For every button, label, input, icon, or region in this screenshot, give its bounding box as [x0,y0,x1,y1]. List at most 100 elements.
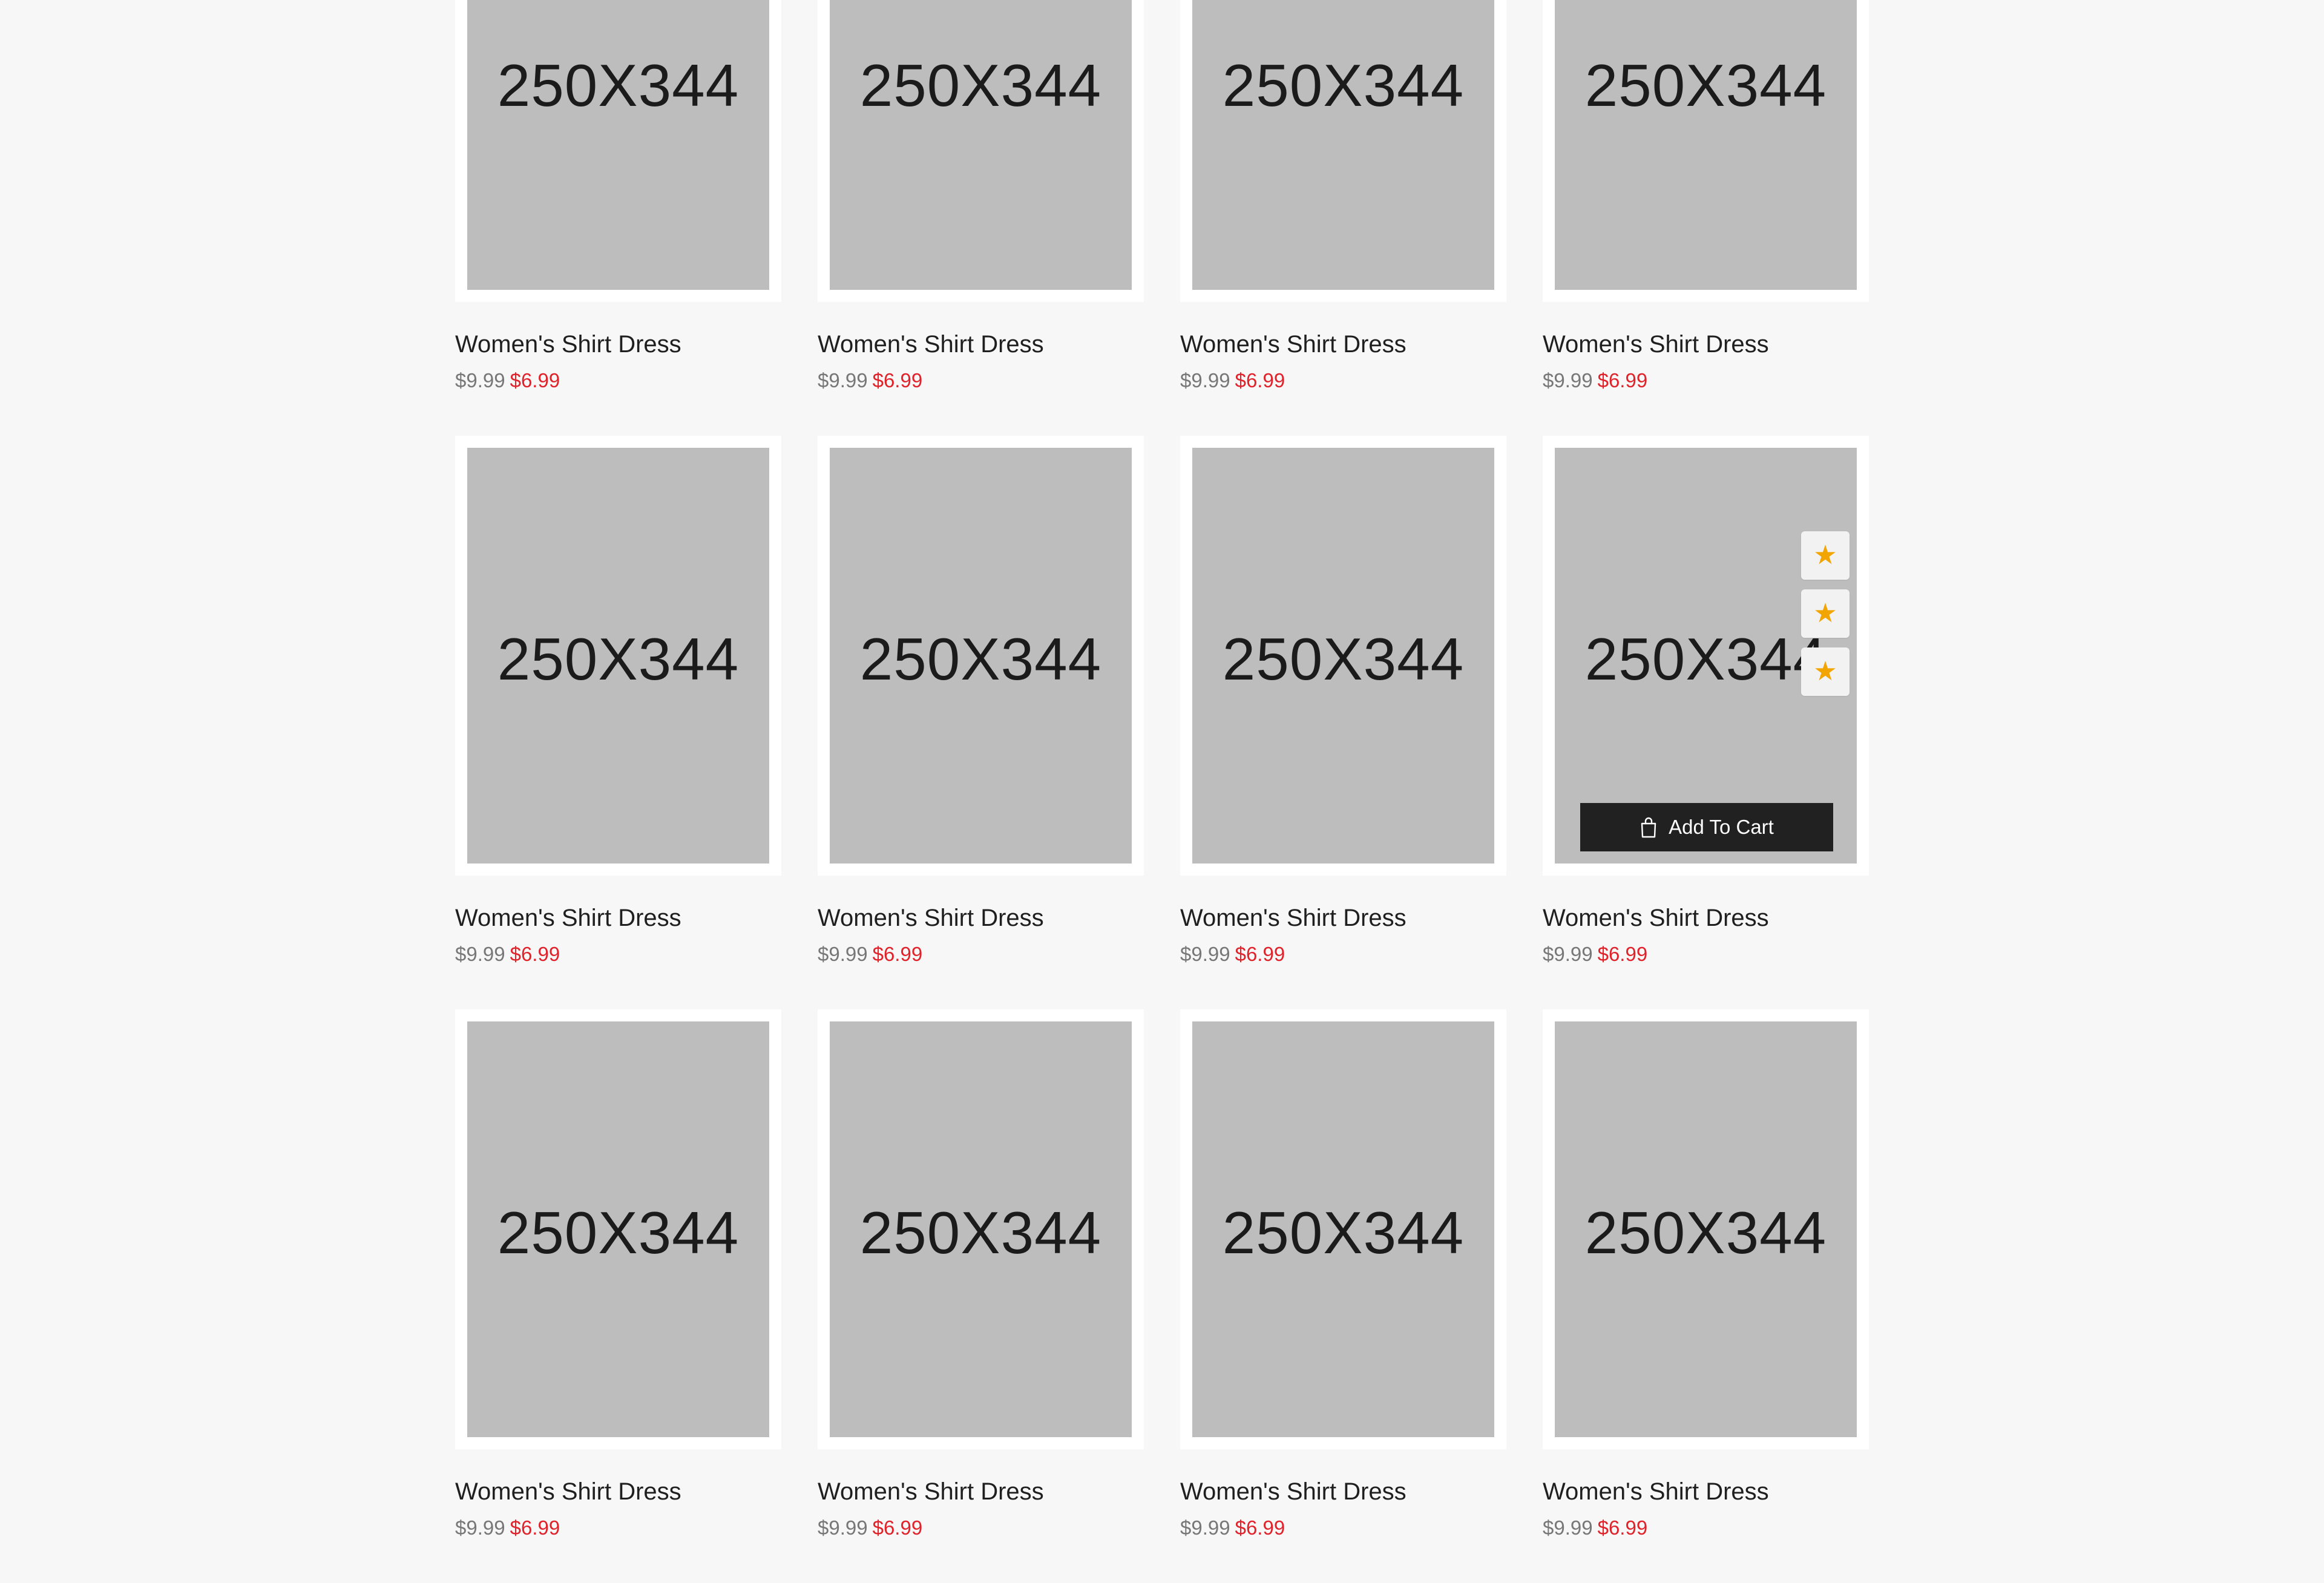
product-price: $9.99 $6.99 [1180,1516,1506,1540]
product-image-frame[interactable]: 250X344 [818,1009,1144,1449]
sale-price: $6.99 [1597,1516,1648,1539]
product-title[interactable]: Women's Shirt Dress [455,330,781,359]
compare-button[interactable]: ★ [1801,589,1850,638]
image-placeholder-label: 250X344 [497,1199,740,1266]
wishlist-button[interactable]: ★ [1801,531,1850,580]
sale-price: $6.99 [872,943,923,965]
product-price: $9.99 $6.99 [818,942,1144,966]
product-image-frame[interactable]: 250X344 [1180,1009,1506,1449]
product-title[interactable]: Women's Shirt Dress [818,903,1144,932]
image-placeholder-label: 250X344 [497,626,740,692]
image-placeholder-label: 250X344 [859,52,1102,119]
sale-price: $6.99 [1597,943,1648,965]
product-image-frame[interactable]: 250X344 ★ ★ ★ Add To Cart [1543,436,1869,876]
sale-price: $6.99 [872,1516,923,1539]
product-image-frame[interactable]: 250X344 [1180,436,1506,876]
product-image[interactable]: 250X344 [1555,0,1857,290]
product-price: $9.99 $6.99 [818,1516,1144,1540]
star-icon: ★ [1813,598,1837,629]
star-icon: ★ [1813,540,1837,571]
product-title[interactable]: Women's Shirt Dress [455,903,781,932]
product-image-frame[interactable]: 250X344 [818,0,1144,302]
product-card[interactable]: 250X344 Women's Shirt Dress $9.99 $6.99 [818,0,1144,436]
shopping-bag-icon [1641,817,1656,838]
sale-price: $6.99 [1235,1516,1285,1539]
product-price: $9.99 $6.99 [1180,942,1506,966]
add-to-cart-label: Add To Cart [1669,816,1774,838]
image-placeholder-label: 250X344 [497,52,740,119]
product-price: $9.99 $6.99 [818,369,1144,393]
product-card[interactable]: 250X344 Women's Shirt Dress $9.99 $6.99 [455,1009,781,1583]
product-title[interactable]: Women's Shirt Dress [455,1477,781,1506]
original-price: $9.99 [1180,1516,1230,1539]
product-title[interactable]: Women's Shirt Dress [1180,330,1506,359]
original-price: $9.99 [818,943,868,965]
product-image[interactable]: 250X344 [830,448,1132,864]
product-image[interactable]: 250X344 [1192,448,1494,864]
original-price: $9.99 [1543,369,1593,392]
image-placeholder-label: 250X344 [1222,626,1465,692]
star-icon: ★ [1813,656,1837,687]
product-price: $9.99 $6.99 [455,1516,781,1540]
add-to-cart-button[interactable]: Add To Cart [1580,803,1833,851]
product-image-frame[interactable]: 250X344 [818,436,1144,876]
product-price: $9.99 $6.99 [1543,942,1869,966]
product-price: $9.99 $6.99 [1543,369,1869,393]
image-placeholder-label: 250X344 [859,626,1102,692]
product-image-frame[interactable]: 250X344 [1180,0,1506,302]
original-price: $9.99 [1180,943,1230,965]
sale-price: $6.99 [510,943,560,965]
product-card[interactable]: 250X344 Women's Shirt Dress $9.99 $6.99 [1543,0,1869,436]
product-title[interactable]: Women's Shirt Dress [1543,1477,1869,1506]
original-price: $9.99 [455,369,505,392]
product-card[interactable]: 250X344 Women's Shirt Dress $9.99 $6.99 [455,436,781,1009]
product-image[interactable]: 250X344 [467,0,769,290]
original-price: $9.99 [1543,1516,1593,1539]
sale-price: $6.99 [1235,369,1285,392]
sale-price: $6.99 [1235,943,1285,965]
image-placeholder-label: 250X344 [859,1199,1102,1266]
product-card[interactable]: 250X344 Women's Shirt Dress $9.99 $6.99 [1180,1009,1506,1583]
product-title[interactable]: Women's Shirt Dress [818,1477,1144,1506]
original-price: $9.99 [455,1516,505,1539]
product-image[interactable]: 250X344 [1555,1021,1857,1437]
product-card[interactable]: 250X344 Women's Shirt Dress $9.99 $6.99 [455,0,781,436]
product-title[interactable]: Women's Shirt Dress [1543,903,1869,932]
product-title[interactable]: Women's Shirt Dress [818,330,1144,359]
image-placeholder-label: 250X344 [1222,1199,1465,1266]
image-placeholder-label: 250X344 [1222,52,1465,119]
product-title[interactable]: Women's Shirt Dress [1180,903,1506,932]
product-image[interactable]: 250X344 [830,0,1132,290]
product-image-frame[interactable]: 250X344 [455,436,781,876]
product-image[interactable]: 250X344 [467,448,769,864]
product-card[interactable]: 250X344 Women's Shirt Dress $9.99 $6.99 [818,1009,1144,1583]
original-price: $9.99 [1180,369,1230,392]
product-image-frame[interactable]: 250X344 [455,0,781,302]
product-image[interactable]: 250X344 [467,1021,769,1437]
product-image-frame[interactable]: 250X344 [1543,0,1869,302]
product-grid: 250X344 Women's Shirt Dress $9.99 $6.99 2… [455,0,1869,1583]
product-image[interactable]: 250X344 [1192,0,1494,290]
product-image[interactable]: 250X344 [830,1021,1132,1437]
image-placeholder-label: 250X344 [1584,52,1827,119]
original-price: $9.99 [818,1516,868,1539]
product-image[interactable]: 250X344 [1192,1021,1494,1437]
sale-price: $6.99 [510,369,560,392]
product-title[interactable]: Women's Shirt Dress [1180,1477,1506,1506]
product-price: $9.99 $6.99 [455,369,781,393]
product-title[interactable]: Women's Shirt Dress [1543,330,1869,359]
product-card[interactable]: 250X344 Women's Shirt Dress $9.99 $6.99 [1180,0,1506,436]
original-price: $9.99 [455,943,505,965]
product-image-frame[interactable]: 250X344 [1543,1009,1869,1449]
original-price: $9.99 [818,369,868,392]
product-image-frame[interactable]: 250X344 [455,1009,781,1449]
original-price: $9.99 [1543,943,1593,965]
product-card-hovered[interactable]: 250X344 ★ ★ ★ Add To Cart Women's Shirt … [1543,436,1869,1009]
product-card[interactable]: 250X344 Women's Shirt Dress $9.99 $6.99 [818,436,1144,1009]
product-price: $9.99 $6.99 [1543,1516,1869,1540]
sale-price: $6.99 [510,1516,560,1539]
quick-view-button[interactable]: ★ [1801,647,1850,696]
product-card[interactable]: 250X344 Women's Shirt Dress $9.99 $6.99 [1543,1009,1869,1583]
product-card[interactable]: 250X344 Women's Shirt Dress $9.99 $6.99 [1180,436,1506,1009]
sale-price: $6.99 [1597,369,1648,392]
